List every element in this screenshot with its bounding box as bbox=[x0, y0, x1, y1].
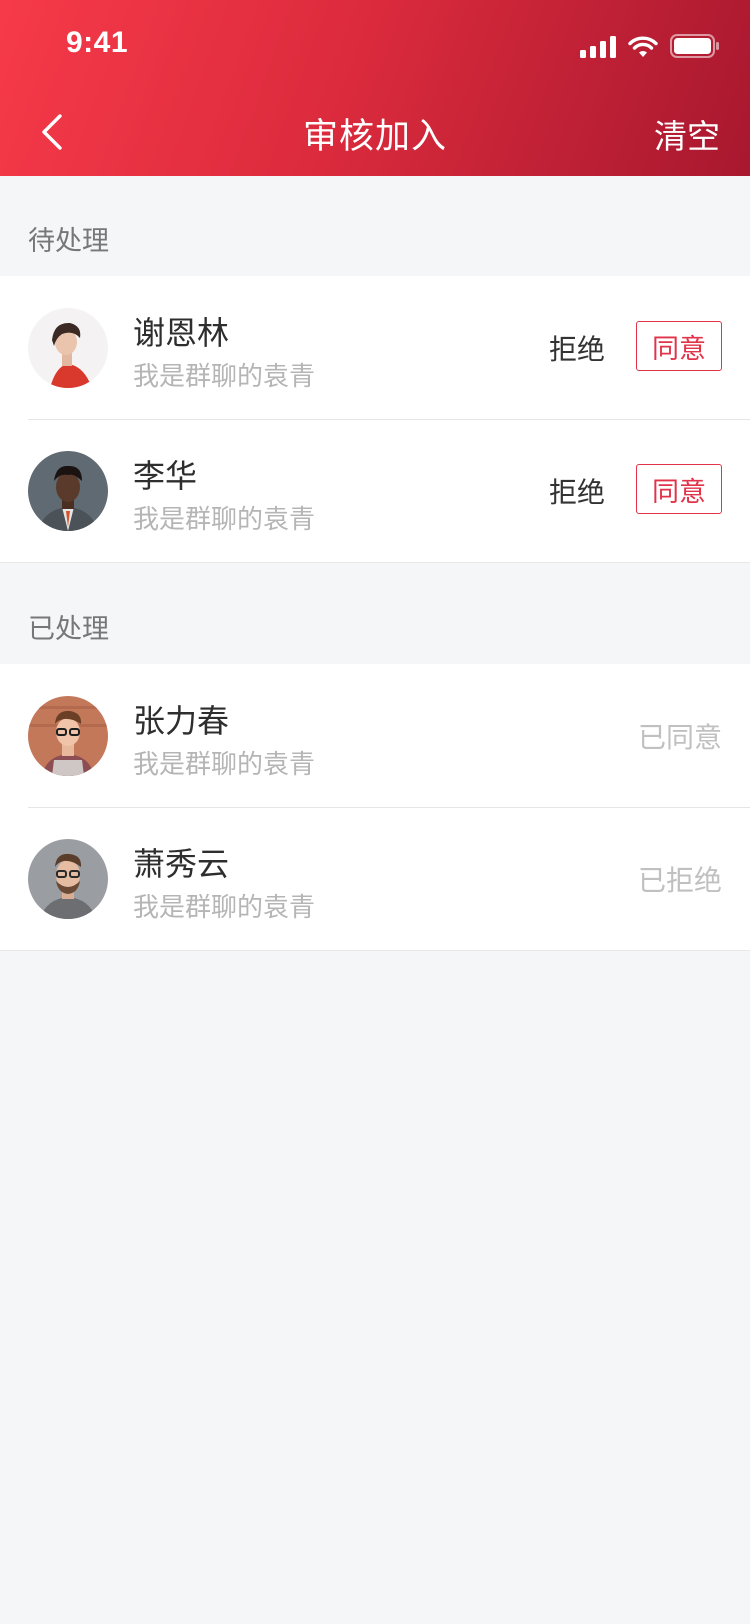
processed-list: 张力春 我是群聊的袁青 已同意 萧秀云 我是群聊的袁青 已拒绝 bbox=[0, 664, 750, 951]
applicant-name: 谢恩林 bbox=[133, 314, 230, 352]
status-bar: 9:41 bbox=[0, 0, 750, 88]
status-icons bbox=[580, 34, 720, 58]
page-title: 审核加入 bbox=[302, 117, 447, 157]
applicant-message: 我是群聊的袁青 bbox=[133, 362, 316, 392]
battery-icon bbox=[670, 34, 719, 58]
status-label-rejected: 已拒绝 bbox=[637, 864, 722, 897]
nav-bar: 审核加入 清空 bbox=[0, 88, 750, 176]
agree-button[interactable]: 同意 bbox=[636, 464, 722, 514]
applicant-message: 我是群聊的袁青 bbox=[133, 893, 316, 923]
avatar bbox=[28, 839, 108, 919]
reject-button[interactable]: 拒绝 bbox=[549, 328, 605, 368]
pending-list: 谢恩林 我是群聊的袁青 拒绝 同意 李华 我是群聊的袁青 拒绝 同意 bbox=[0, 276, 750, 563]
avatar bbox=[28, 451, 108, 531]
applicant-name: 张力春 bbox=[133, 702, 230, 740]
clear-button[interactable]: 清空 bbox=[654, 110, 720, 158]
applicant-name: 萧秀云 bbox=[133, 845, 230, 883]
avatar bbox=[28, 308, 108, 388]
list-item: 李华 我是群聊的袁青 拒绝 同意 bbox=[0, 419, 750, 562]
wifi-icon bbox=[628, 36, 658, 57]
status-time: 9:41 bbox=[66, 26, 129, 59]
section-label-pending: 待处理 bbox=[28, 226, 109, 257]
signal-icon bbox=[580, 36, 616, 58]
header: 9:41 审核加入 清空 bbox=[0, 0, 750, 176]
applicant-message: 我是群聊的袁青 bbox=[133, 505, 316, 535]
status-label-approved: 已同意 bbox=[637, 721, 722, 754]
list-item: 谢恩林 我是群聊的袁青 拒绝 同意 bbox=[0, 276, 750, 419]
list-item: 张力春 我是群聊的袁青 已同意 bbox=[0, 664, 750, 807]
applicant-message: 我是群聊的袁青 bbox=[133, 750, 316, 780]
avatar bbox=[28, 696, 108, 776]
agree-button[interactable]: 同意 bbox=[636, 321, 722, 371]
list-item: 萧秀云 我是群聊的袁青 已拒绝 bbox=[0, 807, 750, 950]
section-label-processed: 已处理 bbox=[28, 614, 109, 645]
reject-button[interactable]: 拒绝 bbox=[549, 471, 605, 511]
applicant-name: 李华 bbox=[133, 457, 198, 495]
